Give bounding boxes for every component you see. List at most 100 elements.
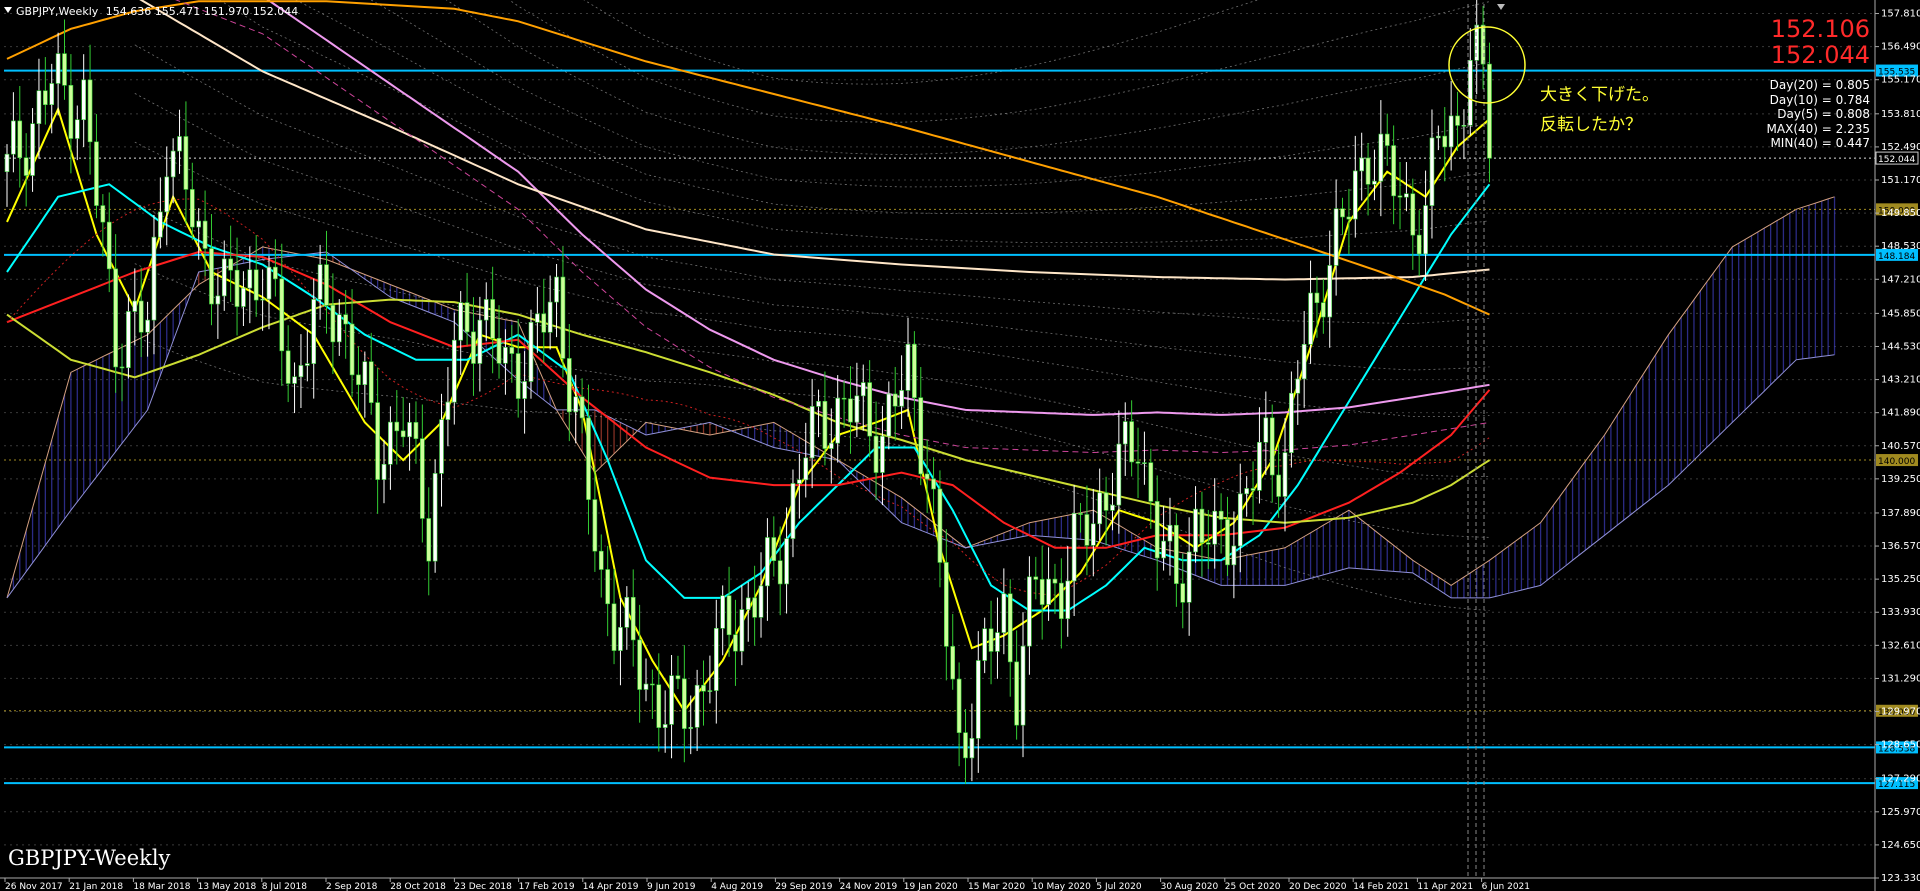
candle-body bbox=[848, 398, 853, 423]
candle-body bbox=[177, 136, 182, 152]
candle-body bbox=[509, 347, 515, 354]
candle-body bbox=[1378, 133, 1384, 182]
candle-body bbox=[23, 157, 29, 176]
envelope-bands bbox=[134, 0, 1490, 611]
candle-body bbox=[483, 299, 489, 321]
candle-body bbox=[420, 438, 425, 519]
candle-body bbox=[1410, 193, 1416, 236]
candle-body bbox=[305, 363, 310, 366]
candle-body bbox=[273, 266, 278, 280]
candle-body bbox=[694, 684, 700, 728]
stats-panel: Day(20) = 0.805 Day(10) = 0.784 Day(5) =… bbox=[1740, 78, 1870, 151]
y-tick-label: 132.610 bbox=[1881, 640, 1920, 651]
level-label: 148.184 bbox=[1878, 252, 1915, 262]
candle-body bbox=[931, 478, 936, 490]
candle-body bbox=[541, 313, 547, 333]
chart-menu-icon[interactable] bbox=[4, 7, 12, 13]
candle-body bbox=[1263, 417, 1269, 443]
candle-body bbox=[688, 727, 694, 729]
candle-body bbox=[605, 569, 610, 605]
candle-body bbox=[803, 457, 809, 481]
candle-body bbox=[247, 269, 253, 289]
candle-body bbox=[151, 236, 157, 321]
bid-price: 152.106 bbox=[1770, 15, 1870, 43]
candle-body bbox=[368, 361, 374, 403]
candle-body bbox=[471, 331, 476, 364]
candle-body bbox=[1161, 540, 1166, 559]
x-tick-label: 25 Oct 2020 bbox=[1225, 882, 1281, 891]
candle-body bbox=[726, 595, 732, 636]
y-tick-label: 147.210 bbox=[1881, 274, 1920, 285]
candle-body bbox=[298, 365, 304, 378]
y-tick-label: 148.530 bbox=[1881, 241, 1920, 252]
candle-body bbox=[1276, 474, 1281, 497]
candle-body bbox=[68, 85, 74, 139]
x-tick-label: 11 Apr 2021 bbox=[1417, 882, 1473, 891]
stat-line: MIN(40) = 0.447 bbox=[1770, 136, 1870, 151]
candle-body bbox=[758, 585, 764, 618]
candle-body bbox=[1250, 488, 1256, 491]
ma-line-dashed bbox=[175, 0, 1490, 454]
candle-body bbox=[592, 499, 598, 552]
candle-body bbox=[573, 396, 579, 413]
envelope-band bbox=[295, 0, 1490, 214]
candle-body bbox=[816, 401, 821, 407]
candle-body bbox=[285, 350, 291, 384]
candle-body bbox=[426, 518, 432, 562]
candle-body bbox=[279, 278, 285, 352]
ma-line-dotted bbox=[6, 198, 1490, 596]
candle-body bbox=[860, 382, 866, 397]
candles bbox=[4, 0, 1492, 784]
candle-body bbox=[1372, 180, 1377, 185]
candle-body bbox=[765, 537, 770, 587]
x-tick-label: 24 Nov 2019 bbox=[840, 882, 898, 891]
candle-body bbox=[835, 397, 841, 444]
candle-body bbox=[745, 597, 751, 610]
candle-body bbox=[1052, 578, 1058, 584]
stat-line: Day(20) = 0.805 bbox=[1769, 78, 1870, 92]
envelope-band bbox=[370, 0, 1490, 188]
close-price: 152.044 bbox=[1770, 41, 1870, 69]
candle-body bbox=[388, 421, 393, 465]
candle-body bbox=[126, 311, 131, 369]
candle-body bbox=[215, 295, 221, 305]
candle-body bbox=[515, 353, 521, 399]
candle-body bbox=[1014, 661, 1019, 726]
scroll-marker-icon bbox=[1497, 4, 1505, 10]
candle-body bbox=[784, 538, 789, 585]
ma-line-ma13 bbox=[6, 183, 1491, 612]
candle-body bbox=[701, 684, 706, 692]
candle-body bbox=[132, 300, 138, 312]
x-tick-label: 4 Aug 2019 bbox=[711, 882, 763, 891]
y-tick-label: 128.650 bbox=[1881, 740, 1920, 751]
x-tick-label: 5 Jul 2020 bbox=[1096, 882, 1141, 891]
candle-body bbox=[1365, 157, 1371, 185]
y-tick-label: 127.290 bbox=[1881, 774, 1920, 785]
candle-body bbox=[1314, 292, 1320, 303]
y-tick-label: 123.330 bbox=[1881, 873, 1920, 884]
candle-body bbox=[164, 176, 170, 213]
candle-body bbox=[81, 79, 86, 121]
candle-body bbox=[451, 339, 457, 403]
y-tick-label: 141.890 bbox=[1881, 408, 1920, 419]
x-tick-label: 14 Apr 2019 bbox=[583, 882, 639, 891]
candle-body bbox=[1212, 510, 1218, 545]
symbol-label: GBPJPY,Weekly bbox=[16, 5, 99, 18]
candle-body bbox=[158, 211, 163, 238]
candle-body bbox=[1231, 545, 1237, 566]
candle-body bbox=[477, 319, 483, 364]
candle-body bbox=[1461, 125, 1467, 127]
candle-body bbox=[375, 402, 380, 480]
candle-body bbox=[720, 595, 725, 629]
stat-line: Day(5) = 0.808 bbox=[1777, 107, 1870, 122]
candle-body bbox=[458, 302, 463, 341]
candle-body bbox=[650, 683, 655, 686]
candle-body bbox=[963, 732, 968, 759]
candle-body bbox=[1199, 508, 1205, 544]
candle-body bbox=[1340, 208, 1345, 218]
candle-body bbox=[739, 609, 745, 652]
candle-body bbox=[618, 627, 623, 651]
candle-body bbox=[1308, 292, 1313, 345]
x-tick-label: 18 Mar 2018 bbox=[133, 882, 190, 891]
candle-body bbox=[630, 597, 636, 641]
